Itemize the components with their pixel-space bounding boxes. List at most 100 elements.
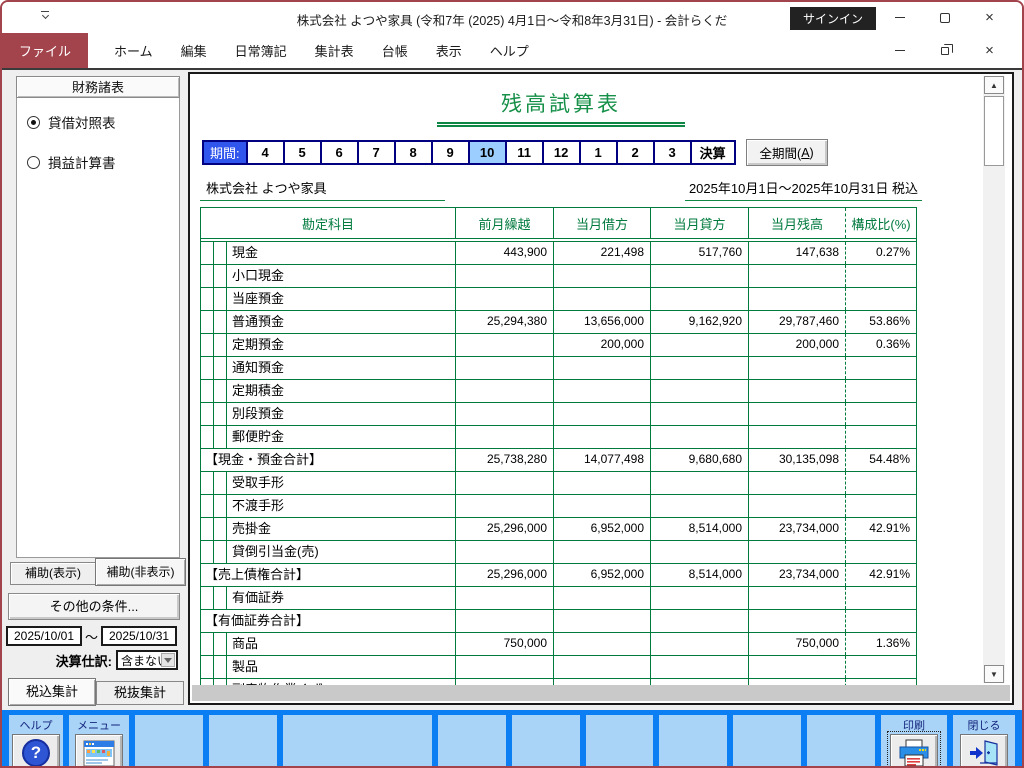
column-header: 勘定科目 xyxy=(301,216,354,232)
maximize-button[interactable] xyxy=(922,4,967,32)
period-button-12[interactable]: 12 xyxy=(541,142,579,163)
table-row[interactable]: 貸倒引当金(売) xyxy=(201,541,916,564)
menu-item[interactable]: 表示 xyxy=(422,41,476,60)
radio-balance-sheet[interactable]: 貸借対照表 xyxy=(27,112,169,132)
column-header: 当月借方 xyxy=(553,208,650,238)
tab-tax-included[interactable]: 税込集計 xyxy=(8,678,96,706)
content-area: 財務諸表 貸借対照表 損益計算書 補助(表示) 補助(非表示) その他の条件..… xyxy=(2,68,1022,708)
table-row[interactable]: 小口現金 xyxy=(201,265,916,288)
table-row[interactable]: 【売上債権合計】 25,296,000 6,952,000 8,514,000 23,7… xyxy=(201,564,916,587)
menu-item[interactable]: ヘルプ xyxy=(476,41,543,60)
company-name: 株式会社 よつや家具 xyxy=(200,178,445,201)
table-row[interactable]: 製品 xyxy=(201,656,916,679)
table-row[interactable]: 定期積金 xyxy=(201,380,916,403)
menu-file-tab[interactable]: ファイル xyxy=(2,33,89,68)
toolbar-cell-empty xyxy=(807,715,875,766)
scroll-up-icon[interactable]: ▲ xyxy=(984,76,1004,94)
tax-tabs: 税込集計 税抜集計 xyxy=(8,678,184,708)
scrollbar-thumb[interactable] xyxy=(984,96,1004,166)
tab-aux-show[interactable]: 補助(表示) xyxy=(10,562,96,585)
period-button-10[interactable]: 10 xyxy=(467,142,505,163)
aux-tabs: 補助(表示) 補助(非表示) xyxy=(8,558,186,587)
minimize-icon xyxy=(894,50,905,51)
table-row[interactable]: 不渡手形 xyxy=(201,495,916,518)
other-conditions-button[interactable]: その他の条件... xyxy=(8,593,180,620)
financial-statements-header: 財務諸表 xyxy=(16,76,180,98)
radio-selected-icon xyxy=(27,115,40,129)
function-toolbar: ヘルプ ? メニュー 印刷 閉じる xyxy=(2,708,1022,766)
report-panel: 残高試算表 期間: 4 5 6 7 8 9 10 11 12 1 2 3 決算 全期間(A) 株式会社… xyxy=(188,72,1014,705)
close-button[interactable]: × xyxy=(967,4,1012,32)
title-bar: 株式会社 よつや家具 (令和7年 (2025) 4月1日～令和8年3月31日) … xyxy=(2,2,1022,33)
period-button-8[interactable]: 8 xyxy=(393,142,431,163)
toolbar-cell-empty xyxy=(511,715,580,766)
tab-aux-hide[interactable]: 補助(非表示) xyxy=(95,558,186,586)
date-from-field[interactable]: 2025/10/01 xyxy=(6,626,82,646)
minimize-button[interactable] xyxy=(877,4,922,32)
period-button-2[interactable]: 2 xyxy=(615,142,653,163)
sidebar: 財務諸表 貸借対照表 損益計算書 補助(表示) 補助(非表示) その他の条件..… xyxy=(2,70,188,708)
child-minimize-button[interactable] xyxy=(877,37,922,65)
help-button[interactable]: ? xyxy=(12,734,60,766)
period-button-closing[interactable]: 決算 xyxy=(689,142,734,163)
vertical-scrollbar[interactable]: ▲ ▼ xyxy=(983,76,1005,683)
table-row[interactable]: 受取手形 xyxy=(201,472,916,495)
table-row[interactable]: 別段預金 xyxy=(201,403,916,426)
print-button[interactable] xyxy=(887,731,941,766)
toolbar-cell-empty xyxy=(585,715,654,766)
table-row[interactable]: 有価証券 xyxy=(201,587,916,610)
closing-entries-dropdown[interactable]: 含まない xyxy=(116,650,178,670)
title-underline xyxy=(437,122,685,127)
report-period-range: 2025年10月1日～2025年10月31日 税込 xyxy=(684,178,922,201)
period-selector: 期間: 4 5 6 7 8 9 10 11 12 1 2 3 決算 xyxy=(202,140,736,165)
maximize-icon xyxy=(939,12,950,23)
menu-item[interactable]: 集計表 xyxy=(301,41,368,60)
period-button-11[interactable]: 11 xyxy=(504,142,542,163)
menu-item[interactable]: ホーム xyxy=(100,41,167,60)
menu-item[interactable]: 編集 xyxy=(167,41,221,60)
table-row[interactable]: 郵便貯金 xyxy=(201,426,916,449)
menu-button[interactable] xyxy=(75,734,123,766)
printer-icon xyxy=(899,739,929,766)
help-question-icon: ? xyxy=(22,739,50,766)
table-row[interactable]: 現金 443,900 221,498 517,760 147,638 0.27% xyxy=(201,242,916,265)
table-row[interactable]: 商品 750,000 750,000 1.36% xyxy=(201,633,916,656)
toolbar-cell-close: 閉じる xyxy=(953,715,1015,766)
all-period-button[interactable]: 全期間(A) xyxy=(745,139,828,166)
chevron-down-icon xyxy=(161,653,175,667)
menu-item[interactable]: 台帳 xyxy=(368,41,422,60)
radio-profit-loss[interactable]: 損益計算書 xyxy=(27,152,169,172)
period-button-1[interactable]: 1 xyxy=(578,142,616,163)
table-row[interactable]: 売掛金 25,296,000 6,952,000 8,514,000 23,734,00… xyxy=(201,518,916,541)
child-restore-button[interactable] xyxy=(922,37,967,65)
period-buttons: 4 5 6 7 8 9 10 11 12 1 2 3 xyxy=(245,142,690,163)
scroll-down-icon[interactable]: ▼ xyxy=(984,665,1004,683)
column-header: 構成比(%) xyxy=(845,208,916,238)
menu-item[interactable]: 日常簿記 xyxy=(221,41,301,60)
period-button-4[interactable]: 4 xyxy=(245,142,283,163)
close-screen-button[interactable] xyxy=(960,734,1008,766)
table-row[interactable]: 普通預金 25,294,380 13,656,000 9,162,920 29,787,… xyxy=(201,311,916,334)
table-row[interactable]: 定期預金 200,000 200,000 0.36% xyxy=(201,334,916,357)
table-row[interactable]: 【現金・預金合計】 25,738,280 14,077,498 9,680,680 30… xyxy=(201,449,916,472)
table-row[interactable]: 通知預金 xyxy=(201,357,916,380)
restore-icon xyxy=(940,43,953,55)
period-button-5[interactable]: 5 xyxy=(282,142,320,163)
period-button-3[interactable]: 3 xyxy=(652,142,690,163)
period-button-7[interactable]: 7 xyxy=(356,142,394,163)
period-button-9[interactable]: 9 xyxy=(430,142,468,163)
table-body: 現金 443,900 221,498 517,760 147,638 0.27% 小口現金当… xyxy=(201,242,916,696)
toolbar-cell-empty xyxy=(282,715,432,766)
table-row[interactable]: 当座預金 xyxy=(201,288,916,311)
tab-tax-excluded[interactable]: 税抜集計 xyxy=(96,681,184,705)
signin-button[interactable]: サインイン xyxy=(789,7,876,30)
child-close-button[interactable]: × xyxy=(967,37,1012,65)
trial-balance-table: 勘定科目 前月繰越 当月借方 当月貸方 当月残高 構成比(%) 現金 443,900 221,… xyxy=(200,207,917,697)
horizontal-scrollbar[interactable] xyxy=(192,685,1010,701)
close-icon: × xyxy=(985,42,994,59)
date-to-field[interactable]: 2025/10/31 xyxy=(101,626,178,646)
table-row[interactable]: 【有価証券合計】 xyxy=(201,610,916,633)
menu-items: ホーム 編集 日常簿記 集計表 台帳 表示 ヘルプ xyxy=(100,33,543,68)
window-menu-icon xyxy=(83,740,115,766)
period-button-6[interactable]: 6 xyxy=(319,142,357,163)
